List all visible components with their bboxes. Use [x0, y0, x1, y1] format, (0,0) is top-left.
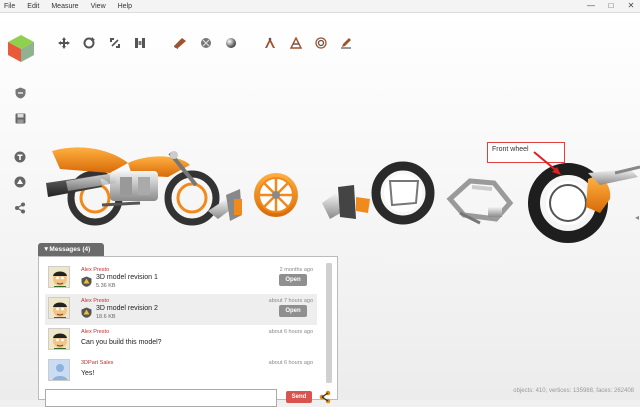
menu-measure[interactable]: Measure — [45, 3, 84, 10]
menu-view[interactable]: View — [85, 3, 112, 10]
message-author[interactable]: 3DPart Sales — [81, 360, 113, 366]
message-item: Alex Presto 2 months ago 3D model revisi… — [45, 263, 317, 294]
file-size: 18.6 KB — [96, 314, 116, 320]
messages-body: Alex Presto 2 months ago 3D model revisi… — [38, 256, 338, 407]
scrollbar-thumb[interactable] — [326, 263, 332, 383]
right-panel-handle-icon[interactable]: ◂ — [635, 213, 640, 227]
message-time: about 6 hours ago — [268, 360, 313, 366]
menu-file[interactable]: File — [0, 3, 21, 10]
avatar-placeholder — [48, 359, 70, 381]
rear-tire-part — [371, 161, 435, 225]
section-icon[interactable] — [289, 36, 303, 50]
annotation-text: Front wheel — [492, 146, 529, 153]
menu-edit[interactable]: Edit — [21, 3, 45, 10]
brake-parts — [322, 185, 370, 219]
move-icon[interactable] — [57, 36, 71, 50]
message-item: Alex Presto about 6 hours ago Can you bu… — [45, 325, 317, 356]
minimize-button[interactable]: — — [586, 1, 596, 10]
share-icon[interactable] — [319, 390, 331, 404]
messages-tab[interactable]: ▼Messages (4) — [38, 243, 104, 256]
shield-icon[interactable] — [13, 86, 27, 100]
maximize-button[interactable]: □ — [606, 1, 616, 10]
message-list: Alex Presto 2 months ago 3D model revisi… — [45, 263, 317, 383]
message-text: Can you build this model? — [81, 339, 162, 346]
message-author[interactable]: Alex Presto — [81, 329, 109, 335]
upload-icon[interactable] — [13, 175, 27, 189]
rotate-icon[interactable] — [82, 36, 96, 50]
menu-help[interactable]: Help — [112, 3, 138, 10]
fit-view-icon[interactable] — [108, 36, 122, 50]
explode-icon[interactable] — [133, 36, 147, 50]
sphere-icon[interactable] — [224, 36, 238, 50]
shading-icon[interactable] — [199, 36, 213, 50]
message-input[interactable] — [45, 389, 277, 407]
window-controls: — □ ✕ — [586, 1, 636, 10]
target-icon[interactable] — [314, 36, 328, 50]
file-name[interactable]: 3D model revision 2 — [96, 305, 158, 312]
scene-stats: objects: 410, vertices: 135988, faces: 2… — [513, 388, 634, 394]
send-button[interactable]: Send — [286, 391, 312, 403]
open-button[interactable]: Open — [279, 274, 307, 286]
message-text: Yes! — [81, 370, 95, 377]
file-size: 5.36 KB — [96, 283, 116, 289]
message-scrollbar[interactable] — [326, 263, 332, 383]
model-file-icon — [81, 307, 92, 318]
file-name[interactable]: 3D model revision 1 — [96, 274, 158, 281]
message-time: about 6 hours ago — [268, 329, 313, 335]
message-author[interactable]: Alex Presto — [81, 298, 109, 304]
orange-rim-part — [254, 173, 298, 217]
save-icon[interactable] — [13, 111, 27, 125]
avatar — [48, 297, 70, 319]
frame-parts — [446, 178, 514, 225]
message-author[interactable]: Alex Presto — [81, 267, 109, 273]
message-time: about 7 hours ago — [268, 298, 313, 304]
messages-panel: ▼Messages (4) Alex Presto 2 months ago 3… — [38, 243, 338, 407]
avatar — [48, 328, 70, 350]
app-logo-cube-icon — [8, 35, 34, 62]
avatar — [48, 266, 70, 288]
model-file-icon — [81, 276, 92, 287]
material-icon[interactable] — [173, 36, 187, 50]
close-button[interactable]: ✕ — [626, 1, 636, 10]
measure-icon[interactable] — [263, 36, 277, 50]
assembled-motorcycle — [46, 147, 220, 226]
open-button[interactable]: Open — [279, 305, 307, 317]
pencil-icon[interactable] — [339, 36, 353, 50]
share-icon[interactable] — [13, 201, 27, 215]
text-icon[interactable] — [13, 150, 27, 164]
annotation-arrow — [533, 151, 561, 175]
message-item: Alex Presto about 7 hours ago 3D model r… — [45, 294, 317, 325]
menu-bar: File Edit Measure View Help — □ ✕ — [0, 0, 640, 13]
message-item: 3DPart Sales about 6 hours ago Yes! — [45, 356, 317, 383]
message-time: 2 months ago — [279, 267, 313, 273]
